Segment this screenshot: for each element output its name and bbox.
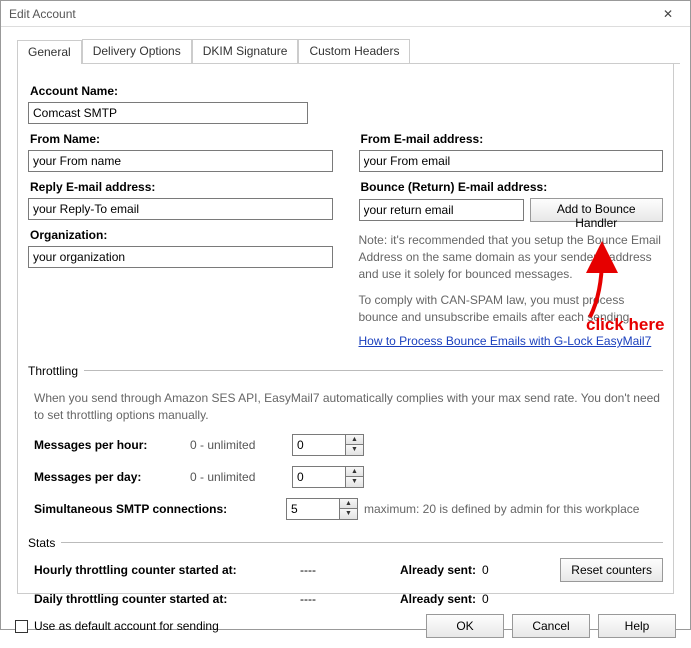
ok-button[interactable]: OK: [426, 614, 504, 638]
add-to-bounce-handler-button[interactable]: Add to Bounce Handler: [530, 198, 664, 222]
messages-per-day-stepper[interactable]: ▲▼: [292, 466, 364, 488]
reset-counters-button[interactable]: Reset counters: [560, 558, 663, 582]
from-email-label: From E-mail address:: [361, 132, 664, 146]
from-name-input[interactable]: [28, 150, 333, 172]
smtp-connections-note: maximum: 20 is defined by admin for this…: [364, 502, 639, 516]
tab-custom-headers[interactable]: Custom Headers: [298, 39, 410, 63]
chevron-up-icon[interactable]: ▲: [346, 435, 363, 445]
hourly-counter-value: ----: [300, 563, 350, 577]
hourly-counter-label: Hourly throttling counter started at:: [34, 563, 294, 577]
tab-general[interactable]: General: [17, 40, 82, 64]
chevron-down-icon[interactable]: ▼: [340, 508, 357, 519]
messages-per-hour-stepper[interactable]: ▲▼: [292, 434, 364, 456]
hourly-sent-value: 0: [482, 563, 522, 577]
messages-per-day-label: Messages per day:: [34, 470, 184, 484]
default-account-label: Use as default account for sending: [34, 619, 219, 633]
messages-per-hour-label: Messages per hour:: [34, 438, 184, 452]
account-name-label: Account Name:: [30, 84, 663, 98]
bounce-email-input[interactable]: [359, 199, 524, 221]
bounce-help-link[interactable]: How to Process Bounce Emails with G-Lock…: [359, 334, 652, 348]
from-email-input[interactable]: [359, 150, 664, 172]
chevron-down-icon[interactable]: ▼: [346, 444, 363, 455]
reply-email-input[interactable]: [28, 198, 333, 220]
organization-input[interactable]: [28, 246, 333, 268]
smtp-connections-stepper[interactable]: ▲▼: [286, 498, 358, 520]
chevron-down-icon[interactable]: ▼: [346, 476, 363, 487]
messages-per-day-hint: 0 - unlimited: [190, 470, 286, 484]
throttling-description: When you send through Amazon SES API, Ea…: [34, 390, 663, 424]
stats-legend: Stats: [28, 536, 61, 550]
throttling-legend: Throttling: [28, 364, 84, 378]
daily-sent-value: 0: [482, 592, 522, 606]
account-name-input[interactable]: [28, 102, 308, 124]
reply-email-label: Reply E-mail address:: [30, 180, 333, 194]
tab-delivery-options[interactable]: Delivery Options: [82, 39, 192, 63]
tab-dkim-signature[interactable]: DKIM Signature: [192, 39, 299, 63]
cancel-button[interactable]: Cancel: [512, 614, 590, 638]
chevron-up-icon[interactable]: ▲: [340, 499, 357, 509]
default-account-checkbox[interactable]: [15, 620, 28, 633]
from-name-label: From Name:: [30, 132, 333, 146]
bounce-note-2: To comply with CAN-SPAM law, you must pr…: [359, 292, 664, 326]
window-title: Edit Account: [9, 7, 652, 21]
bounce-email-label: Bounce (Return) E-mail address:: [361, 180, 664, 194]
close-icon[interactable]: ✕: [652, 4, 684, 24]
daily-sent-label: Already sent:: [356, 592, 476, 606]
messages-per-day-input[interactable]: [293, 467, 345, 487]
messages-per-hour-input[interactable]: [293, 435, 345, 455]
daily-counter-value: ----: [300, 592, 350, 606]
messages-per-hour-hint: 0 - unlimited: [190, 438, 286, 452]
daily-counter-label: Daily throttling counter started at:: [34, 592, 294, 606]
organization-label: Organization:: [30, 228, 333, 242]
chevron-up-icon[interactable]: ▲: [346, 467, 363, 477]
bounce-note-1: Note: it's recommended that you setup th…: [359, 232, 664, 282]
smtp-connections-input[interactable]: [287, 499, 339, 519]
help-button[interactable]: Help: [598, 614, 676, 638]
smtp-connections-label: Simultaneous SMTP connections:: [34, 502, 286, 516]
hourly-sent-label: Already sent:: [356, 563, 476, 577]
tab-bar: General Delivery Options DKIM Signature …: [17, 39, 680, 64]
